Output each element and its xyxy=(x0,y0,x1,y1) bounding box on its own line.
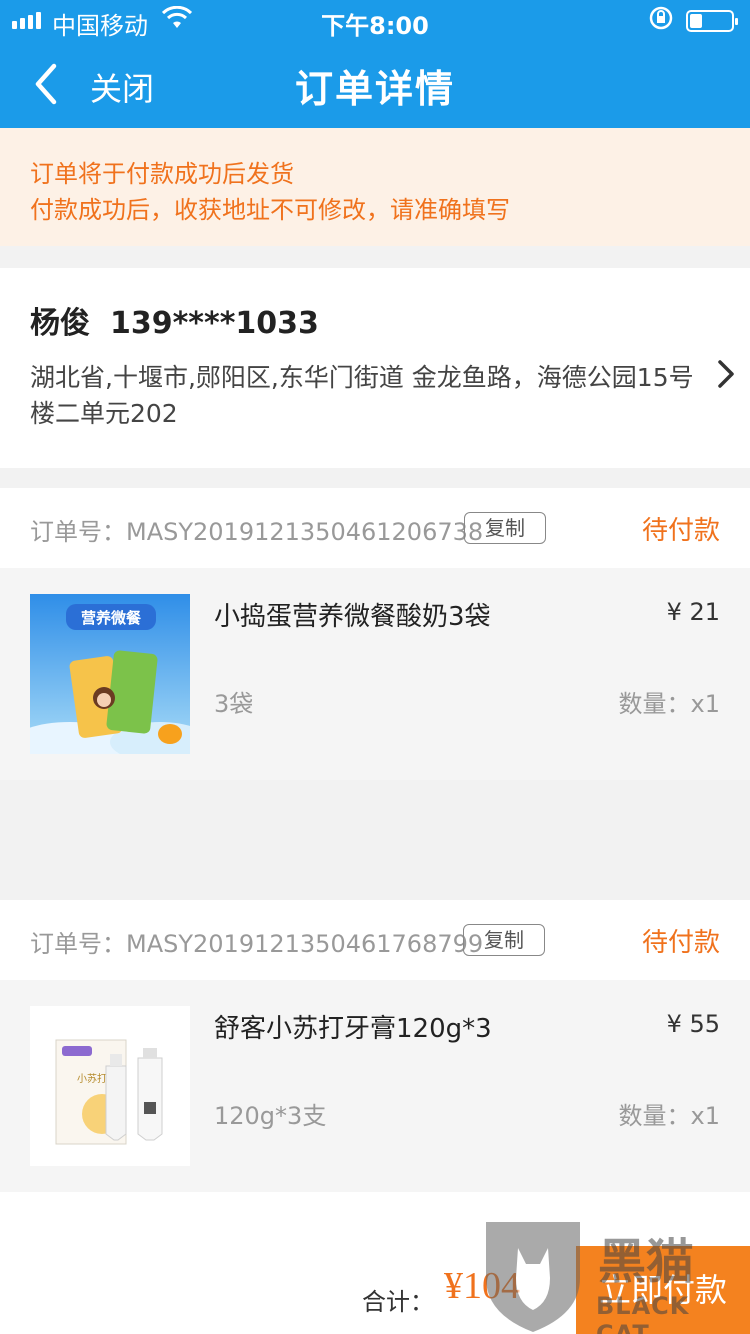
recipient: 杨俊 139****1033 xyxy=(30,298,339,342)
pay-now-button[interactable]: 立即付款 xyxy=(576,1246,750,1334)
chevron-right-icon[interactable] xyxy=(714,356,738,392)
order-header: 订单号：MASY2019121350461768799 复制 待付款 xyxy=(0,900,750,980)
order-number: 订单号：MASY2019121350461768799 xyxy=(30,924,483,959)
copy-button[interactable]: 复制 xyxy=(463,924,545,956)
address-card[interactable]: 杨俊 139****1033 湖北省,十堰市,郧阳区,东华门街道 金龙鱼路，海德公… xyxy=(0,268,750,468)
order-status: 待付款 xyxy=(641,928,720,958)
battery-icon xyxy=(686,10,738,32)
nav-bar: 关闭 订单详情 xyxy=(0,44,750,128)
product-quantity: 数量：x1 xyxy=(618,690,720,718)
product-spec: 120g*3支 xyxy=(214,1102,327,1130)
product-price: ¥ 55 xyxy=(666,1010,720,1038)
product-name: 小捣蛋营养微餐酸奶3袋 xyxy=(214,602,491,632)
order-number-value: MASY2019121350461206738 xyxy=(126,518,484,546)
copy-button[interactable]: 复制 xyxy=(464,512,546,544)
total-amount: ¥104 xyxy=(444,1265,520,1307)
product-name: 舒客小苏打牙膏120g*3 xyxy=(214,1014,492,1044)
order-number-value: MASY2019121350461768799 xyxy=(126,930,484,958)
order-status: 待付款 xyxy=(641,516,720,546)
recipient-phone: 139****1033 xyxy=(110,306,319,341)
product-price: ¥ 21 xyxy=(666,598,720,626)
notice-line-1: 订单将于付款成功后发货 xyxy=(30,160,294,188)
app-header: 中国移动 下午8:00 关闭 订单详情 xyxy=(0,0,750,128)
product-thumbnail: 营养微餐 xyxy=(30,594,190,754)
total-label: 合计： xyxy=(362,1288,434,1316)
thumb-label: 小苏打 xyxy=(77,1072,107,1085)
order-item[interactable]: 小苏打 舒客小苏打牙膏120g*3 ¥ 55 120g*3支 数量：x1 xyxy=(0,980,750,1192)
rotation-lock-icon xyxy=(648,5,674,37)
checkout-bar: 合计： ¥104 立即付款 xyxy=(0,1192,750,1334)
order-header: 订单号：MASY2019121350461206738 复制 待付款 xyxy=(0,488,750,568)
order-number: 订单号：MASY2019121350461206738 xyxy=(30,512,483,547)
address-detail: 湖北省,十堰市,郧阳区,东华门街道 金龙鱼路，海德公园15号楼二单元202 xyxy=(30,363,694,428)
order-number-label: 订单号： xyxy=(30,518,126,546)
status-bar: 中国移动 下午8:00 xyxy=(0,0,750,40)
thumb-label: 营养微餐 xyxy=(81,609,142,627)
product-quantity: 数量：x1 xyxy=(618,1102,720,1130)
status-time: 下午8:00 xyxy=(321,12,429,40)
shipping-notice: 订单将于付款成功后发货 付款成功后，收获地址不可修改，请准确填写 xyxy=(0,128,750,246)
order-item[interactable]: 营养微餐 小捣蛋营养微餐酸奶3袋 ¥ 21 3袋 数量：x1 xyxy=(0,568,750,780)
recipient-name: 杨俊 xyxy=(30,306,90,341)
product-thumbnail: 小苏打 xyxy=(30,1006,190,1166)
order-number-label: 订单号： xyxy=(30,930,126,958)
notice-line-2: 付款成功后，收获地址不可修改，请准确填写 xyxy=(30,196,510,224)
page-title: 订单详情 xyxy=(294,67,455,111)
product-spec: 3袋 xyxy=(214,690,254,718)
